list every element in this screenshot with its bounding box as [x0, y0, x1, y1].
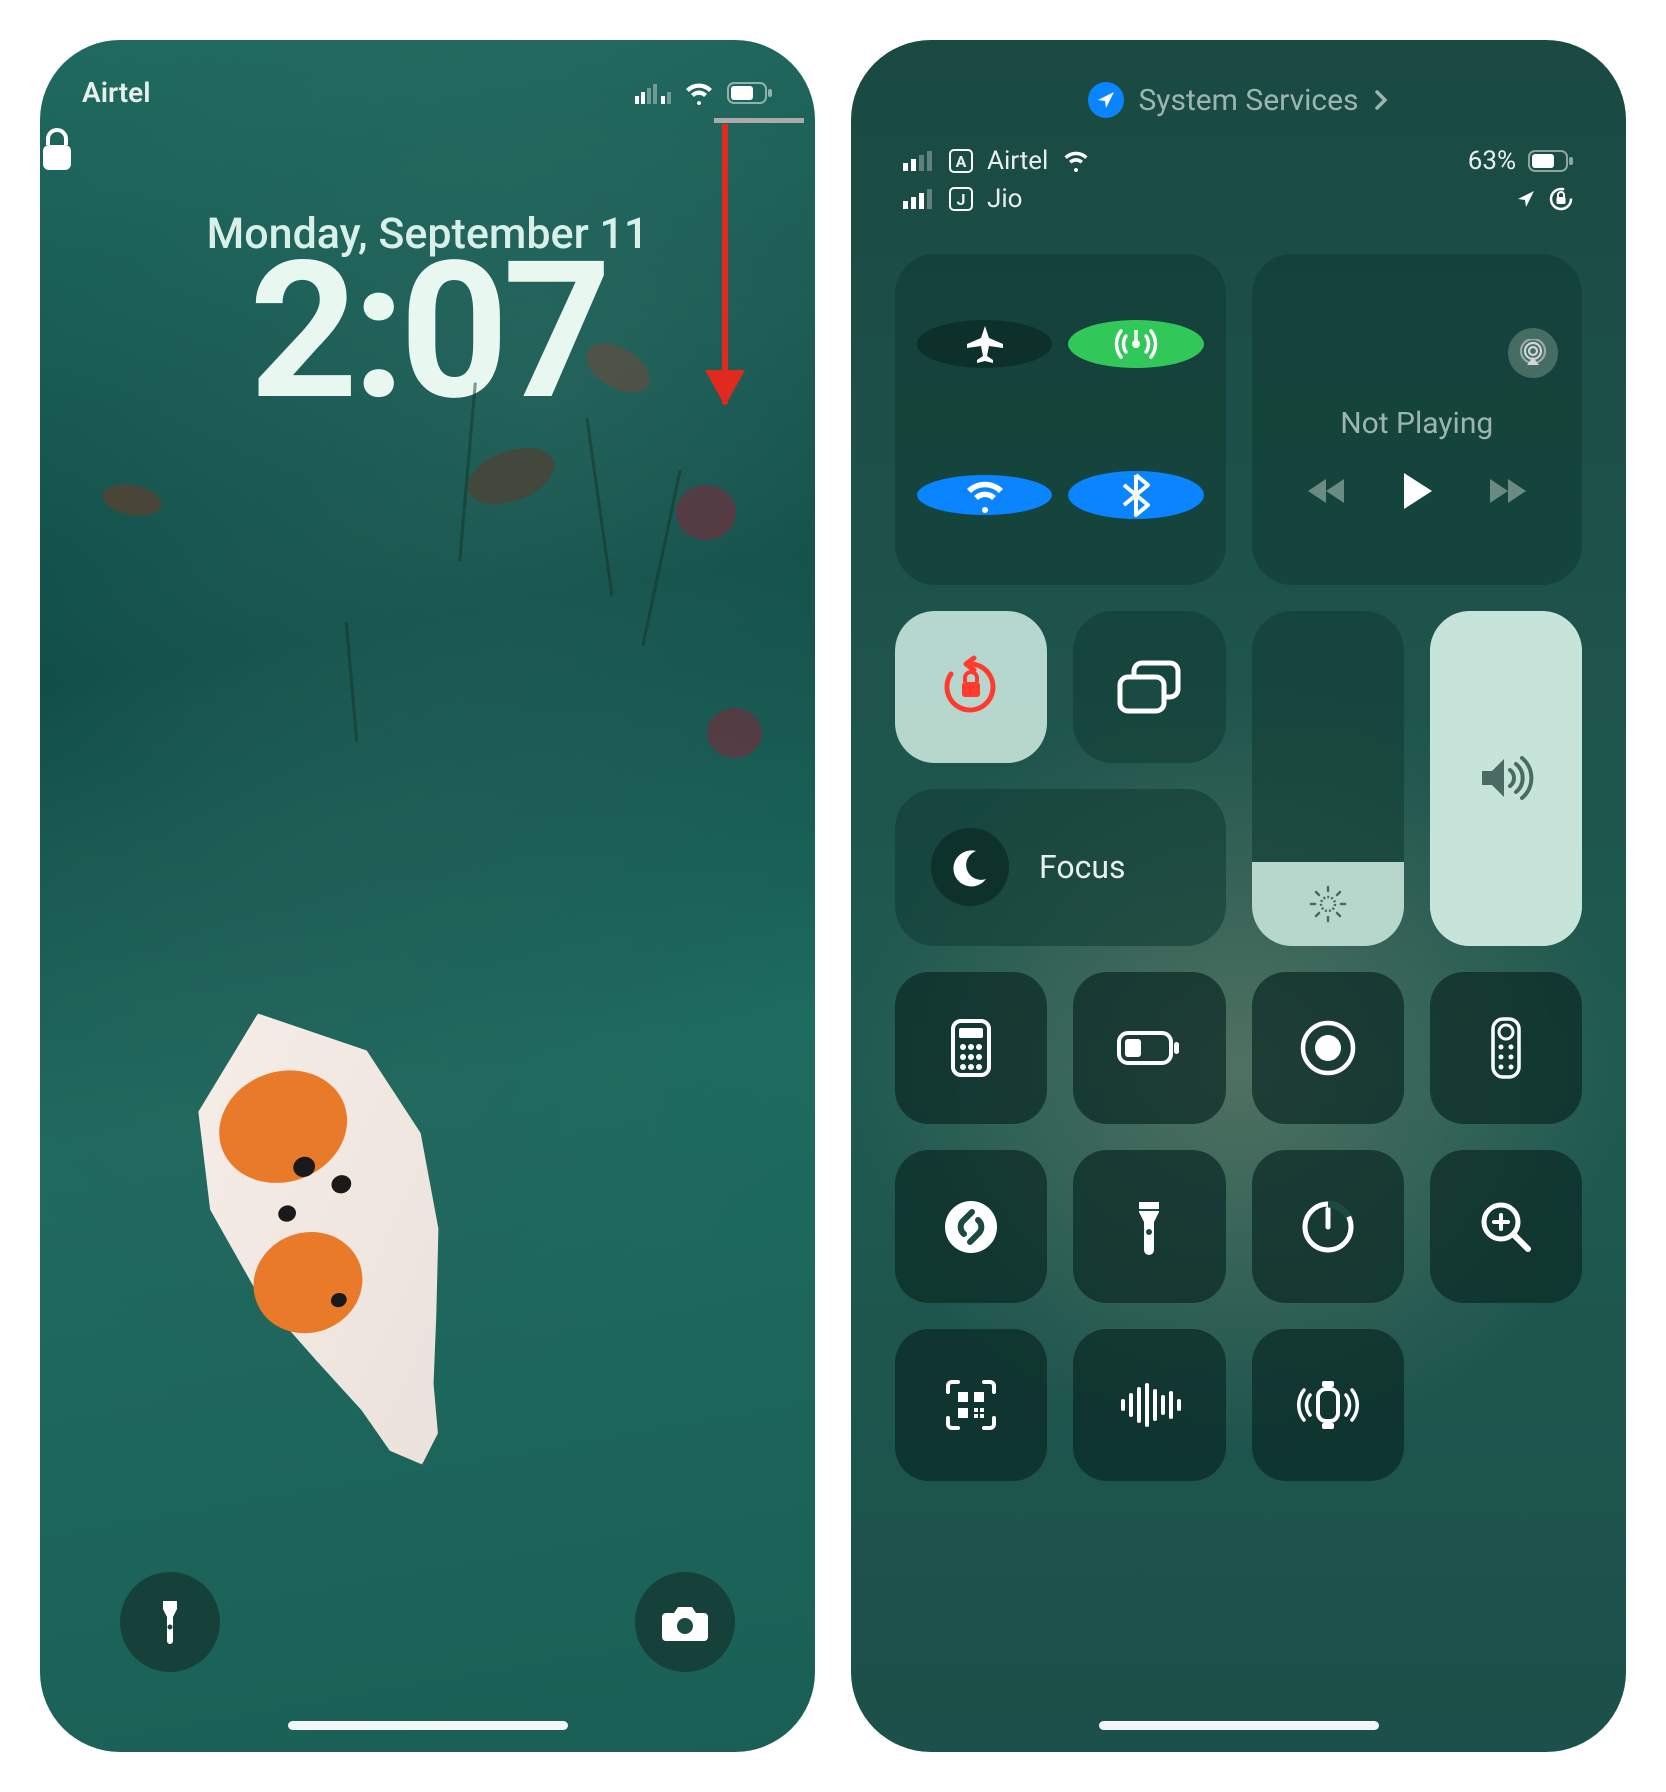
sim-indicator: J: [949, 187, 973, 211]
calculator-button[interactable]: [895, 972, 1047, 1124]
orientation-lock-toggle[interactable]: [895, 611, 1047, 763]
chevron-right-icon: [1373, 88, 1389, 112]
volume-icon: [1476, 753, 1536, 803]
shazam-button[interactable]: [895, 1150, 1047, 1302]
system-services-link[interactable]: System Services: [851, 40, 1626, 118]
orientation-lock-indicator-icon: [1548, 186, 1574, 212]
brightness-slider[interactable]: [1252, 611, 1404, 947]
cellular-data-toggle[interactable]: [1068, 320, 1203, 368]
wallpaper-leaf: [460, 437, 562, 515]
qr-scanner-button[interactable]: [895, 1329, 1047, 1481]
carrier-label: Airtel: [82, 76, 150, 109]
bluetooth-toggle[interactable]: [1068, 471, 1203, 519]
home-indicator[interactable]: [1099, 1721, 1379, 1730]
annotation-underline: [714, 118, 804, 123]
lock-time: 2:07: [40, 237, 815, 427]
forward-icon[interactable]: [1488, 476, 1528, 506]
airplay-icon[interactable]: [1508, 328, 1558, 378]
sound-recognition-button[interactable]: [1073, 1329, 1225, 1481]
wallpaper-leaf: [100, 480, 164, 520]
location-icon: [1088, 82, 1124, 118]
wifi-toggle[interactable]: [917, 475, 1052, 515]
control-center: System Services A Airtel 63%: [851, 40, 1626, 1752]
wallpaper-stem: [585, 417, 613, 596]
volume-slider[interactable]: [1430, 611, 1582, 947]
cc-status-bar: A Airtel 63% J Jio: [851, 118, 1626, 226]
wallpaper-leaf: [676, 485, 736, 540]
screen-record-button[interactable]: [1252, 972, 1404, 1124]
wifi-icon: [683, 81, 715, 105]
apple-tv-remote-button[interactable]: [1430, 972, 1582, 1124]
location-indicator-icon: [1516, 189, 1536, 209]
status-bar: Airtel: [40, 40, 815, 109]
play-icon[interactable]: [1400, 471, 1434, 511]
lock-screen: Airtel Monday: [40, 40, 815, 1752]
sim-indicator: A: [949, 149, 973, 173]
airplane-mode-toggle[interactable]: [917, 320, 1052, 368]
wallpaper-stem: [641, 470, 681, 647]
dual-signal-icon: [635, 82, 671, 104]
magnifier-button[interactable]: [1430, 1150, 1582, 1302]
lock-icon: [40, 127, 815, 173]
low-power-mode-button[interactable]: [1073, 972, 1225, 1124]
flashlight-button[interactable]: [120, 1572, 220, 1672]
connectivity-tile[interactable]: [895, 254, 1226, 585]
timer-button[interactable]: [1252, 1150, 1404, 1302]
media-tile[interactable]: Not Playing: [1252, 254, 1583, 585]
media-status: Not Playing: [1340, 406, 1493, 441]
wallpaper-leaf: [707, 708, 762, 758]
sim2-carrier: Jio: [987, 184, 1023, 214]
watch-ping-button[interactable]: [1252, 1329, 1404, 1481]
focus-button[interactable]: Focus: [895, 789, 1226, 946]
brightness-icon: [1303, 879, 1353, 929]
rewind-icon[interactable]: [1306, 476, 1346, 506]
screen-mirroring-button[interactable]: [1073, 611, 1225, 763]
wallpaper-stem: [345, 622, 358, 742]
sim1-carrier: Airtel: [987, 146, 1048, 176]
signal-icon: [903, 151, 935, 171]
home-indicator[interactable]: [288, 1721, 568, 1730]
camera-button[interactable]: [635, 1572, 735, 1672]
wifi-icon: [1062, 150, 1090, 172]
wallpaper-koi-fish: [107, 958, 572, 1518]
moon-icon: [948, 845, 992, 889]
battery-icon: [727, 82, 773, 104]
battery-icon: [1528, 150, 1574, 172]
swipe-down-annotation-arrow: [722, 124, 728, 404]
battery-percent: 63%: [1468, 146, 1516, 176]
flashlight-button[interactable]: [1073, 1150, 1225, 1302]
signal-icon: [903, 189, 935, 209]
